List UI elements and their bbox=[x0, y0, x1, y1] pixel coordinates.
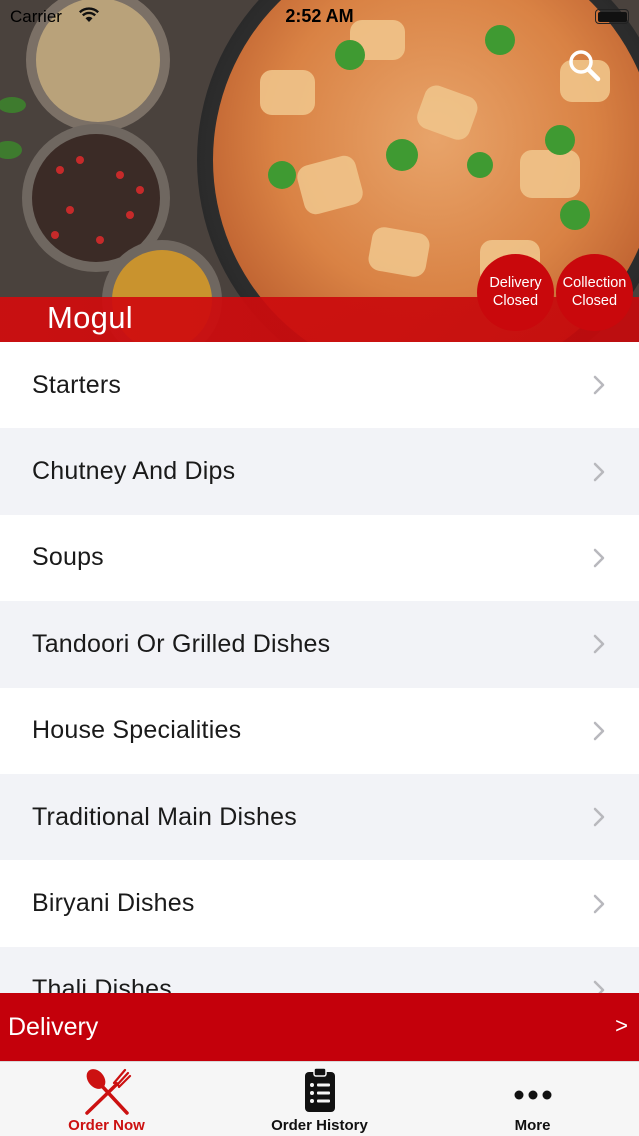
delivery-status-badge: Delivery Closed bbox=[477, 254, 554, 331]
menu-item-label: Traditional Main Dishes bbox=[32, 802, 297, 831]
chevron-right-icon bbox=[593, 635, 605, 654]
chevron-right-icon bbox=[593, 721, 605, 740]
tab-order-now[interactable]: Order Now bbox=[0, 1062, 213, 1136]
menu-item-soups[interactable]: Soups bbox=[0, 514, 639, 602]
tab-bar: Order Now Order History More bbox=[0, 1061, 639, 1136]
menu-item-label: Starters bbox=[32, 370, 122, 399]
menu-item-house-specialities[interactable]: House Specialities bbox=[0, 687, 639, 774]
more-dots-icon bbox=[514, 1090, 551, 1100]
chevron-right-icon bbox=[593, 548, 605, 568]
menu-item-label: House Specialities bbox=[32, 716, 242, 745]
collection-badge-line2: Closed bbox=[571, 292, 618, 309]
chevron-right-icon bbox=[593, 894, 605, 913]
clipboard-list-icon bbox=[304, 1067, 335, 1112]
fork-knife-icon bbox=[84, 1068, 131, 1115]
tab-order-history-label: Order History bbox=[271, 1117, 368, 1134]
tab-order-now-label: Order Now bbox=[68, 1117, 145, 1134]
menu-item-starters[interactable]: Starters bbox=[0, 342, 639, 429]
menu-item-label: Chutney And Dips bbox=[32, 457, 236, 486]
search-icon bbox=[569, 50, 601, 82]
menu-item-label: Biryani Dishes bbox=[32, 889, 195, 918]
collection-badge-line1: Collection bbox=[562, 275, 627, 291]
menu-item-traditional-main-dishes[interactable]: Traditional Main Dishes bbox=[0, 773, 639, 861]
delivery-badge-line1: Delivery bbox=[489, 275, 542, 291]
chevron-right-icon bbox=[593, 980, 605, 993]
tab-more[interactable]: More bbox=[426, 1062, 639, 1136]
delivery-badge-line2: Closed bbox=[492, 292, 539, 309]
menu-item-label: Tandoori Or Grilled Dishes bbox=[32, 629, 331, 658]
chevron-right-icon bbox=[593, 807, 605, 827]
delivery-mode-bar[interactable]: Delivery > bbox=[0, 993, 639, 1061]
battery-icon bbox=[595, 9, 629, 24]
status-bar: Carrier 2:52 AM bbox=[0, 0, 639, 34]
menu-item-label: Soups bbox=[32, 543, 104, 572]
tab-order-history[interactable]: Order History bbox=[213, 1062, 426, 1136]
delivery-mode-arrow-icon: > bbox=[615, 1013, 628, 1038]
hero-banner: Carrier 2:52 AM Mogul Delivery Closed Co… bbox=[0, 0, 639, 342]
menu-item-tandoori-or-grilled-dishes[interactable]: Tandoori Or Grilled Dishes bbox=[0, 601, 639, 688]
chevron-right-icon bbox=[593, 462, 605, 481]
restaurant-name: Mogul bbox=[47, 300, 133, 335]
status-time: 2:52 AM bbox=[285, 6, 354, 26]
menu-item-label: Thali Dishes bbox=[32, 975, 172, 993]
search-button[interactable] bbox=[566, 47, 604, 85]
tab-more-label: More bbox=[514, 1117, 551, 1134]
menu-item-biryani-dishes[interactable]: Biryani Dishes bbox=[0, 860, 639, 947]
menu-item-thali-dishes[interactable]: Thali Dishes bbox=[0, 946, 639, 993]
menu-category-list[interactable]: Starters Chutney And Dips Soups Tandoori… bbox=[0, 342, 639, 993]
delivery-mode-label: Delivery bbox=[8, 1013, 99, 1041]
collection-status-badge: Collection Closed bbox=[556, 254, 633, 331]
menu-item-chutney-and-dips[interactable]: Chutney And Dips bbox=[0, 428, 639, 515]
chevron-right-icon bbox=[593, 375, 605, 395]
